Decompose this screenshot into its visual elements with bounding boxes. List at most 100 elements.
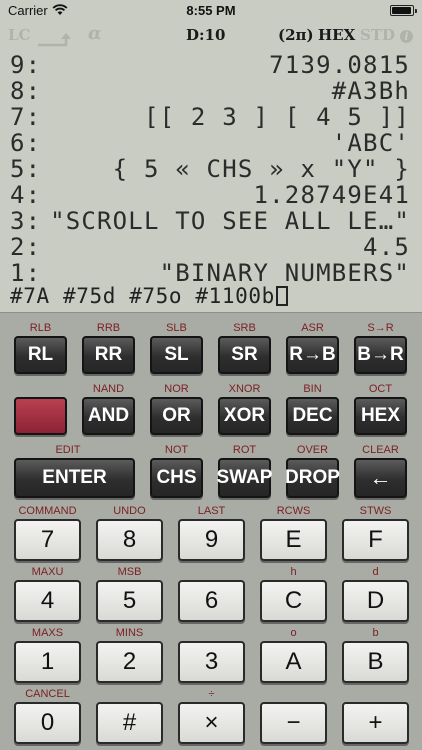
key-label: D <box>366 587 385 614</box>
shift-label: LAST <box>197 505 226 517</box>
key-label: # <box>122 709 137 736</box>
shift-label: S→R <box>367 322 394 334</box>
stack-level[interactable]: 6: 'ABC' <box>10 130 410 156</box>
stack-display[interactable]: 9: 7139.0815 8: #A3Bh 7:[[ 2 3 ] [ 4 5 ]] … <box>10 52 410 286</box>
key-label: B <box>367 648 384 675</box>
shift-label: UNDO <box>113 505 146 517</box>
key-label: DROP <box>285 467 340 488</box>
key-5[interactable]: 5 <box>96 580 163 622</box>
shift-label: RCWS <box>276 505 311 517</box>
key-hex[interactable]: HEX <box>354 397 407 435</box>
key-and[interactable]: AND <box>82 397 135 435</box>
key-label: 9 <box>204 526 219 553</box>
key-minus[interactable]: − <box>260 702 327 744</box>
lcd-display: LC α D:10 (2π) HEX STD i 9: 7139.0815 8: #… <box>0 22 422 312</box>
key-label: ENTER <box>42 467 107 488</box>
shift-label: MAXS <box>31 627 64 639</box>
key-chs[interactable]: CHS <box>150 458 203 498</box>
stack-level[interactable]: 4: 1.28749E41 <box>10 182 410 208</box>
backspace-button[interactable]: ← <box>354 458 407 498</box>
shift-label: MAXU <box>31 566 64 578</box>
command-line[interactable]: #7A #75d #75o #1100b <box>10 284 288 308</box>
key-plus[interactable]: + <box>342 702 409 744</box>
key-r-to-b[interactable]: R→B <box>286 336 339 374</box>
key-label: DEC <box>292 405 333 426</box>
shift-label: MINS <box>115 627 144 639</box>
stack-level[interactable]: 2: 4.5 <box>10 234 410 260</box>
annunciator-std: STD <box>360 26 396 44</box>
key-label: 3 <box>204 648 219 675</box>
key-label: 4 <box>40 587 55 614</box>
shift-label: o <box>290 627 297 639</box>
key-1[interactable]: 1 <box>14 641 81 683</box>
shift-label: d <box>372 566 379 578</box>
key-label: E <box>285 526 302 553</box>
stack-level[interactable]: 5:{ 5 « CHS » x "Y" } <box>10 156 410 182</box>
keyboard: RLB RRB SLB SRB ASR S→R RL RR SL SR R→B B→R NAND NOR X… <box>0 312 422 750</box>
key-label: 0 <box>40 709 55 736</box>
key-label: SWAP <box>216 467 273 488</box>
key-f[interactable]: F <box>342 519 409 561</box>
stack-level[interactable]: 7:[[ 2 3 ] [ 4 5 ]] <box>10 104 410 130</box>
key-b-to-r[interactable]: B→R <box>354 336 407 374</box>
key-label: R→B <box>289 344 336 365</box>
shift-label: ÷ <box>208 688 215 700</box>
key-a[interactable]: A <box>260 641 327 683</box>
stack-level[interactable]: 3: "SCROLL TO SEE ALL LE…" <box>10 208 410 234</box>
key-6[interactable]: 6 <box>178 580 245 622</box>
stack-level[interactable]: 1: "BINARY NUMBERS" <box>10 260 410 286</box>
key-label: OR <box>162 405 191 426</box>
key-0[interactable]: 0 <box>14 702 81 744</box>
key-sl[interactable]: SL <box>150 336 203 374</box>
key-label: C <box>284 587 303 614</box>
key-swap[interactable]: SWAP <box>216 458 273 498</box>
key-c[interactable]: C <box>260 580 327 622</box>
key-d[interactable]: D <box>342 580 409 622</box>
text-cursor <box>275 286 288 306</box>
annunciator-lc: LC <box>8 26 31 44</box>
key-or[interactable]: OR <box>150 397 203 435</box>
key-9[interactable]: 9 <box>178 519 245 561</box>
battery-level <box>392 7 411 14</box>
command-line-text: #7A #75d #75o #1100b <box>10 284 275 308</box>
shift-key[interactable] <box>14 397 67 435</box>
key-label: XOR <box>223 405 266 426</box>
key-rl[interactable]: RL <box>14 336 67 374</box>
clock: 8:55 PM <box>186 3 236 18</box>
key-b[interactable]: B <box>342 641 409 683</box>
key-8[interactable]: 8 <box>96 519 163 561</box>
key-label: 8 <box>122 526 137 553</box>
key-rr[interactable]: RR <box>82 336 135 374</box>
key-label: × <box>204 709 219 736</box>
key-label: 5 <box>122 587 137 614</box>
key-sr[interactable]: SR <box>218 336 271 374</box>
stack-level[interactable]: 8: #A3Bh <box>10 78 410 104</box>
key-3[interactable]: 3 <box>178 641 245 683</box>
key-label: AND <box>87 405 130 426</box>
key-dec[interactable]: DEC <box>286 397 339 435</box>
shift-arrow-icon <box>38 33 71 47</box>
key-label: 6 <box>204 587 219 614</box>
key-label: 1 <box>40 648 55 675</box>
stack-level[interactable]: 9: 7139.0815 <box>10 52 410 78</box>
key-label: + <box>368 709 383 736</box>
directory-indicator: D:10 <box>186 26 226 44</box>
shift-label: COMMAND <box>18 505 77 517</box>
key-xor[interactable]: XOR <box>218 397 271 435</box>
key-label: SR <box>231 344 258 365</box>
key-e[interactable]: E <box>260 519 327 561</box>
key-hash[interactable]: # <box>96 702 163 744</box>
annunciator-base: HEX <box>318 26 356 44</box>
key-label: 7 <box>40 526 55 553</box>
key-drop[interactable]: DROP <box>285 458 340 498</box>
shift-label: EDIT <box>55 444 81 456</box>
info-icon[interactable]: i <box>400 30 413 43</box>
battery-icon <box>390 5 417 16</box>
key-2[interactable]: 2 <box>96 641 163 683</box>
key-label: − <box>286 709 301 736</box>
key-4[interactable]: 4 <box>14 580 81 622</box>
key-label: ← <box>369 465 392 490</box>
key-multiply[interactable]: × <box>178 702 245 744</box>
enter-button[interactable]: ENTER <box>14 458 135 498</box>
key-7[interactable]: 7 <box>14 519 81 561</box>
